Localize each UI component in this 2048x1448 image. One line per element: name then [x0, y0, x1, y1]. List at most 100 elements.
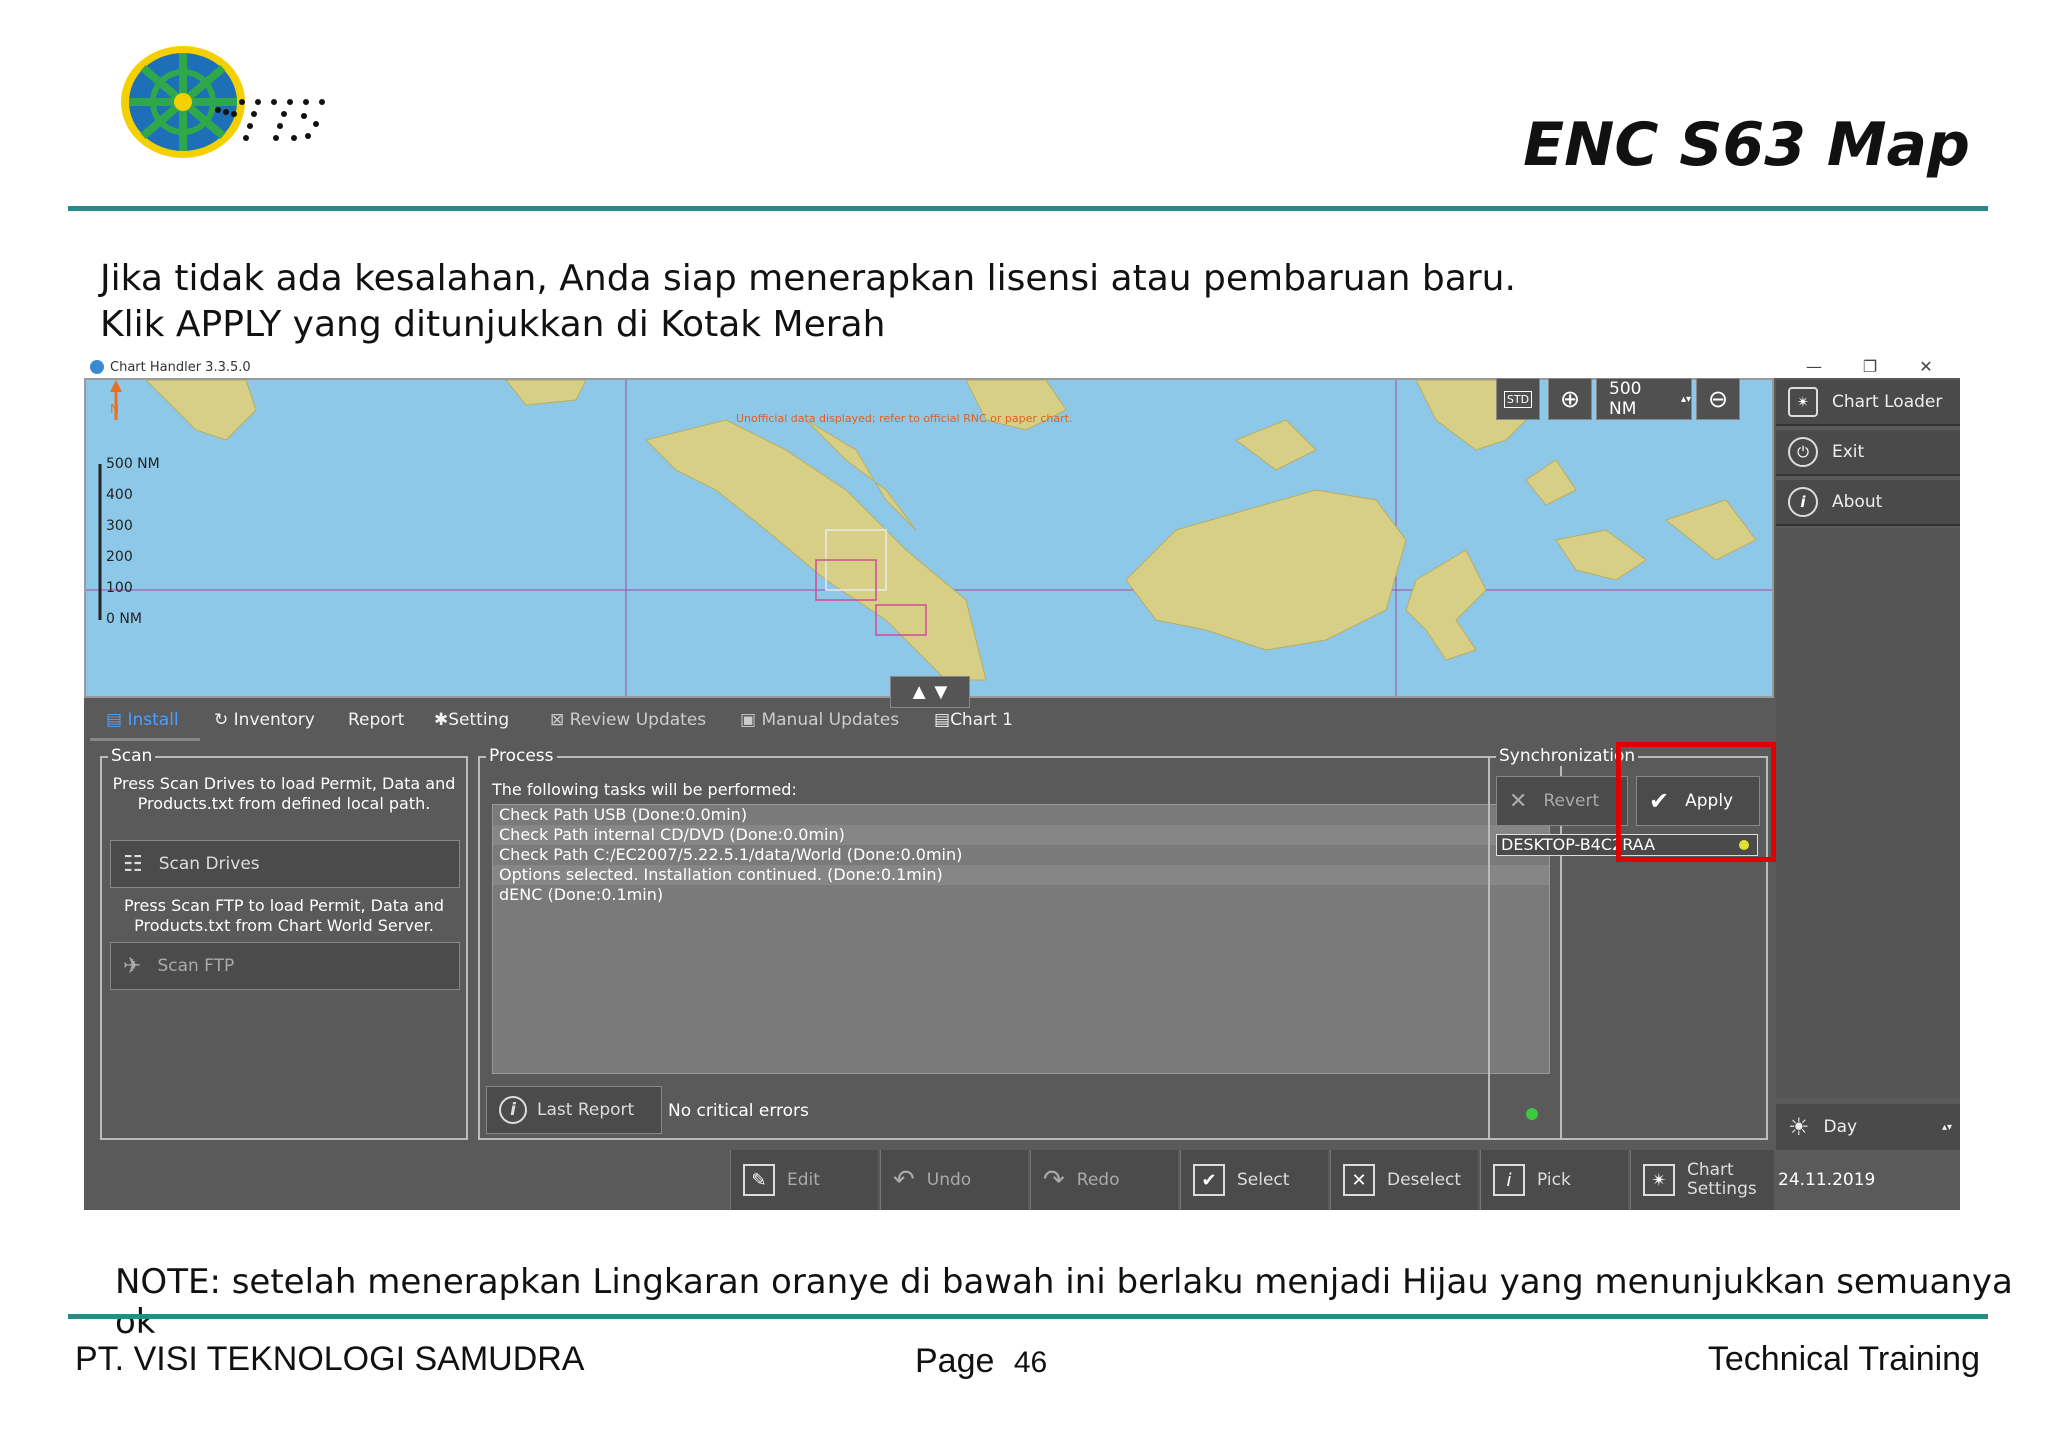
tab-inventory-label: Inventory	[233, 710, 315, 730]
task-row: Options selected. Installation continued…	[493, 865, 1549, 885]
undo-label: Undo	[926, 1170, 972, 1190]
redo-label: Redo	[1076, 1170, 1120, 1190]
pick-label: Pick	[1537, 1170, 1571, 1190]
note-text: NOTE: setelah menerapkan Lingkaran orany…	[115, 1262, 2013, 1342]
revert-label: Revert	[1543, 791, 1600, 811]
zoom-out-button[interactable]: ⊖	[1696, 378, 1740, 420]
zoom-out-icon: ⊖	[1707, 385, 1729, 413]
info-icon: i	[499, 1096, 527, 1124]
day-mode-select[interactable]: ☀ Day ▴▾	[1776, 1104, 1960, 1150]
power-icon: ⏻	[1788, 437, 1818, 467]
scan-drives-label: Scan Drives	[158, 854, 260, 874]
last-report-label: Last Report	[537, 1100, 635, 1120]
last-report-button[interactable]: i Last Report	[486, 1086, 662, 1134]
chart-settings-button[interactable]: ✴ Chart Settings	[1630, 1150, 1774, 1210]
process-intro: The following tasks will be performed:	[492, 780, 797, 799]
scale-label: 200	[106, 549, 133, 565]
scan-ftp-button[interactable]: ✈ Scan FTP	[110, 942, 460, 990]
redo-button[interactable]: ↷ Redo	[1030, 1150, 1178, 1210]
std-display-button[interactable]: STD	[1496, 378, 1540, 420]
restore-button[interactable]: ❐	[1850, 356, 1890, 378]
review-icon: ⊠	[550, 710, 570, 730]
close-icon: ✕	[1509, 788, 1528, 814]
scan-group: Scan Press Scan Drives to load Permit, D…	[100, 746, 468, 1140]
right-panel-fill	[1776, 528, 1960, 1098]
manual-icon: ▣	[740, 710, 762, 730]
scale-label: 300	[106, 518, 133, 534]
tab-inventory[interactable]: ↻ Inventory	[214, 710, 315, 730]
close-button[interactable]: ✕	[1906, 356, 1946, 378]
footer-page: Page 46	[915, 1342, 1047, 1381]
zoom-in-button[interactable]: ⊕	[1548, 378, 1592, 420]
chart-loader-button[interactable]: ✴ Chart Loader	[1776, 380, 1960, 426]
scan-drives-help: Press Scan Drives to load Permit, Data a…	[112, 774, 456, 813]
header-rule	[68, 206, 1988, 211]
process-group: Process The following tasks will be perf…	[478, 746, 1562, 1140]
tab-chart-1-label: Chart 1	[950, 710, 1013, 730]
collapse-up-icon: ▲	[908, 679, 930, 704]
expand-down-icon: ▼	[930, 679, 952, 704]
footer-rule	[68, 1314, 1988, 1319]
spinner-icon: ▴▾	[1680, 393, 1691, 405]
edit-label: Edit	[787, 1170, 820, 1190]
tab-manual-updates-label: Manual Updates	[761, 710, 900, 730]
satellite-icon: ✈	[123, 953, 142, 979]
instruction-line-2: Klik APPLY yang ditunjukkan di Kotak Mer…	[100, 304, 886, 345]
tab-report[interactable]: Report	[348, 710, 404, 730]
inventory-icon: ↻	[214, 710, 234, 730]
zoom-scale-value: 500 NM	[1609, 379, 1642, 419]
task-row: Check Path internal CD/DVD (Done:0.0min)	[493, 825, 1549, 845]
footer-training: Technical Training	[1707, 1340, 1980, 1378]
apply-highlight-box	[1616, 742, 1776, 862]
page-number: 46	[1013, 1346, 1048, 1379]
deselect-icon: ✕	[1343, 1164, 1375, 1196]
scale-label: 0 NM	[106, 611, 142, 627]
exit-button[interactable]: ⏻ Exit	[1776, 430, 1960, 476]
chart-loader-icon: ✴	[1788, 387, 1818, 417]
footer-company: PT. VISI TEKNOLOGI SAMUDRA	[75, 1340, 585, 1378]
app-globe-icon	[90, 360, 104, 374]
tab-chart-1[interactable]: ▤Chart 1	[934, 710, 1013, 730]
info-icon: i	[1788, 487, 1818, 517]
page-label: Page	[915, 1342, 995, 1380]
task-row: Check Path USB (Done:0.0min)	[499, 805, 748, 824]
window-titlebar: Chart Handler 3.3.5.0 — ❐ ✕	[84, 356, 1960, 378]
scan-ftp-label: Scan FTP	[157, 956, 235, 976]
deselect-button[interactable]: ✕ Deselect	[1330, 1150, 1478, 1210]
scan-group-title: Scan	[108, 746, 156, 766]
active-tab-underline	[90, 738, 200, 741]
process-status: No critical errors	[668, 1101, 809, 1121]
tab-install[interactable]: ▤ Install	[106, 710, 179, 730]
chart-map-view[interactable]: N Unofficial data displayed; refer to of…	[84, 378, 1774, 698]
process-task-list[interactable]: Check Path USB (Done:0.0min) Check Path …	[492, 804, 1550, 1074]
scan-ftp-help: Press Scan FTP to load Permit, Data and …	[123, 896, 445, 935]
about-label: About	[1832, 492, 1883, 512]
instruction-line-1: Jika tidak ada kesalahan, Anda siap mene…	[100, 258, 1516, 299]
minimize-button[interactable]: —	[1794, 356, 1834, 378]
edit-button[interactable]: ✎ Edit	[730, 1150, 878, 1210]
north-arrow-label: N	[110, 402, 119, 416]
pick-button[interactable]: i Pick	[1480, 1150, 1628, 1210]
scan-drives-button[interactable]: ☷ Scan Drives	[110, 840, 460, 888]
tab-setting[interactable]: ✱Setting	[434, 710, 509, 730]
select-label: Select	[1237, 1170, 1290, 1190]
select-icon: ✔	[1193, 1164, 1225, 1196]
revert-button[interactable]: ✕ Revert	[1496, 776, 1628, 826]
sun-icon: ☀	[1788, 1113, 1810, 1141]
tab-manual-updates[interactable]: ▣ Manual Updates	[740, 710, 899, 730]
slide-title: ENC S63 Map	[1523, 110, 1970, 180]
install-icon: ▤	[106, 710, 128, 730]
select-button[interactable]: ✔ Select	[1180, 1150, 1328, 1210]
chart-icon: ▤	[934, 710, 951, 730]
std-icon: STD	[1503, 390, 1533, 408]
tab-review-updates[interactable]: ⊠ Review Updates	[550, 710, 706, 730]
tab-report-label: Report	[348, 710, 405, 730]
tab-setting-label: Setting	[448, 710, 510, 730]
day-mode-label: Day	[1823, 1117, 1858, 1137]
zoom-in-icon: ⊕	[1559, 385, 1581, 413]
about-button[interactable]: i About	[1776, 480, 1960, 526]
zoom-scale-select[interactable]: 500 NM ▴▾	[1596, 378, 1692, 420]
setting-icon: ✱	[434, 710, 449, 730]
undo-button[interactable]: ↶ Undo	[880, 1150, 1028, 1210]
scale-label: 400	[106, 487, 133, 503]
